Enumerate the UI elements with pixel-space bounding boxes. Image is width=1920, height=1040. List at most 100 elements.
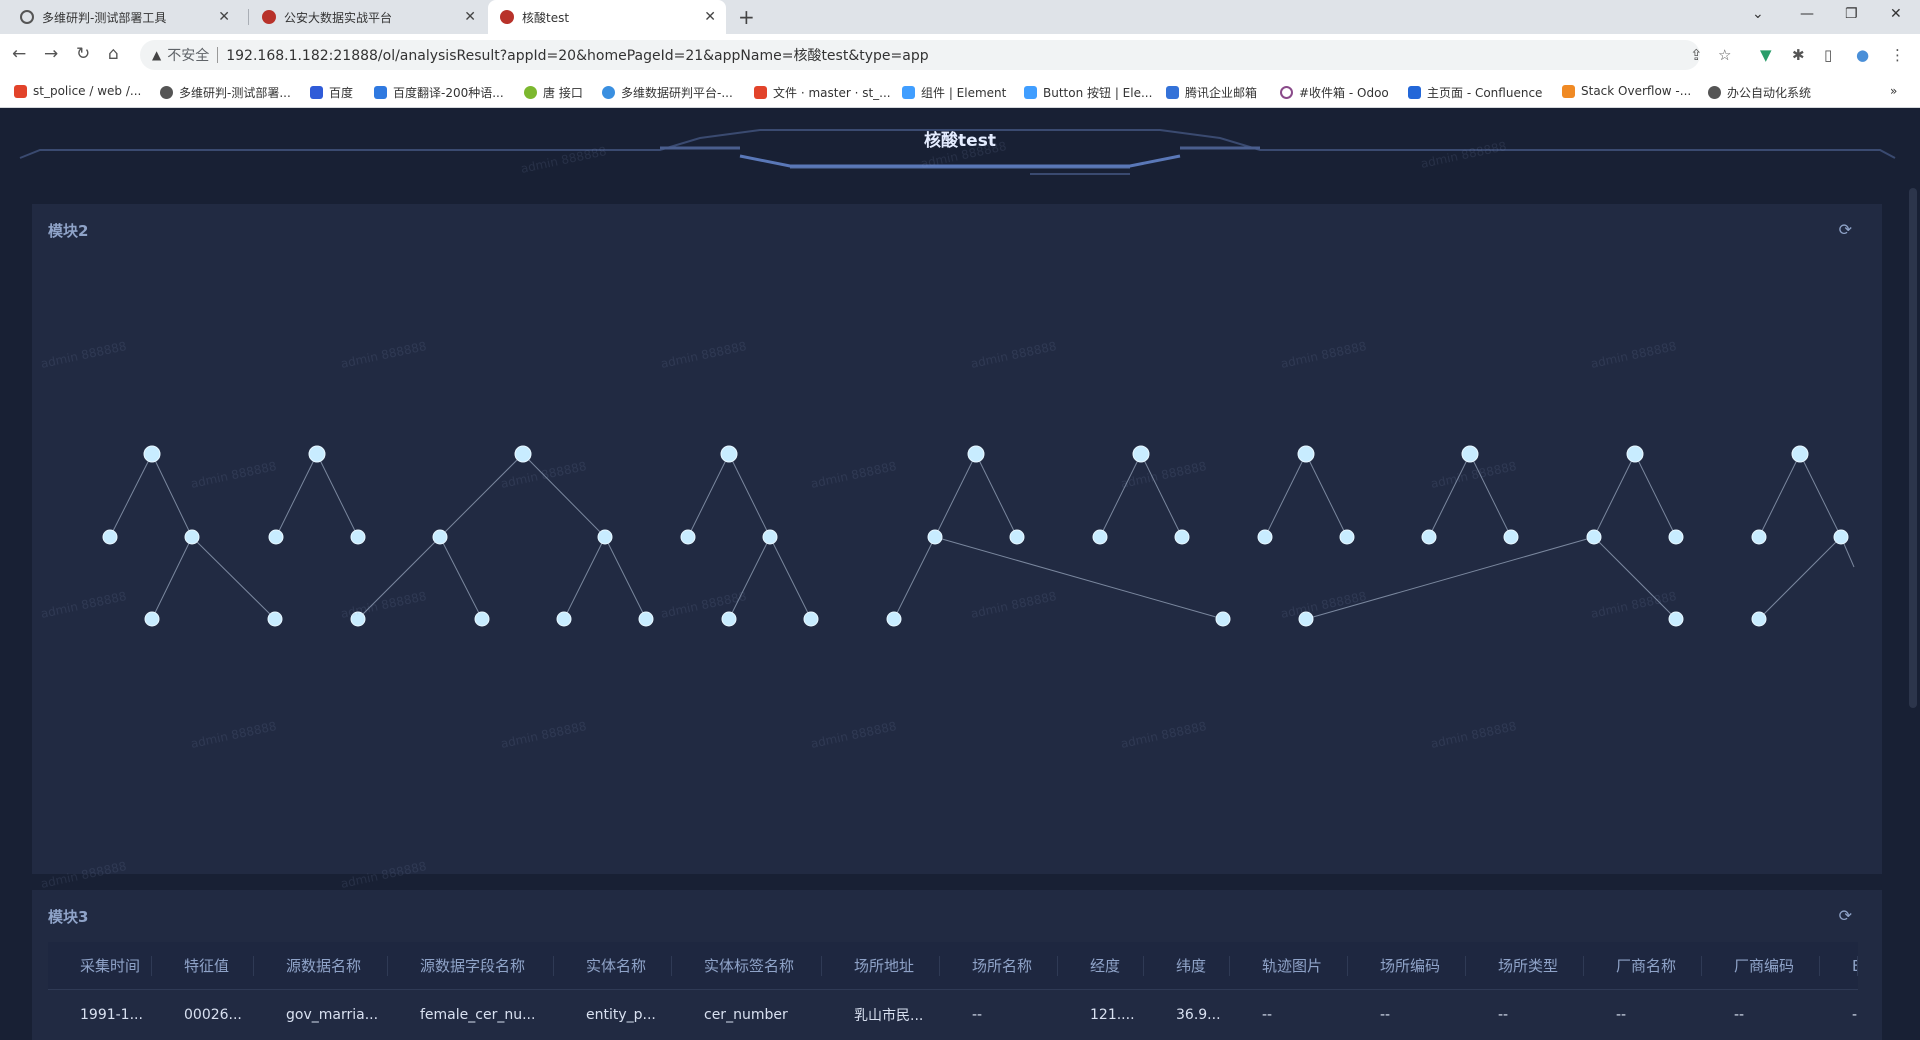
- home-icon[interactable]: ⌂: [108, 44, 119, 64]
- refresh-icon[interactable]: ⟳: [1839, 906, 1852, 925]
- menu-kebab-icon[interactable]: ⋮: [1890, 46, 1905, 64]
- refresh-icon[interactable]: ⟳: [1839, 220, 1852, 239]
- tree-node[interactable]: [1339, 529, 1355, 545]
- forward-icon[interactable]: →: [44, 44, 58, 64]
- table-cell: female_cer_nu...: [420, 1007, 536, 1023]
- tree-node[interactable]: [1751, 611, 1767, 627]
- bookmark-item[interactable]: 组件 | Element: [902, 84, 1006, 101]
- scrollbar-thumb[interactable]: [1909, 188, 1917, 708]
- tree-node[interactable]: [762, 529, 778, 545]
- column-header: 场所地址: [822, 955, 940, 976]
- close-tab-icon[interactable]: ✕: [218, 9, 230, 25]
- tree-node[interactable]: [638, 611, 654, 627]
- tree-node[interactable]: [1257, 529, 1273, 545]
- profile-avatar-icon[interactable]: ●: [1856, 46, 1869, 64]
- module2-title: 模块2: [48, 222, 89, 240]
- tree-node[interactable]: [1297, 445, 1315, 463]
- tree-node[interactable]: [432, 529, 448, 545]
- tree-node[interactable]: [102, 529, 118, 545]
- tree-graph[interactable]: [32, 204, 1882, 874]
- bookmark-item[interactable]: Button 按钮 | Ele...: [1024, 84, 1152, 101]
- tree-node[interactable]: [1791, 445, 1809, 463]
- extensions-icon[interactable]: ✱: [1792, 46, 1805, 64]
- bookmark-item[interactable]: 腾讯企业邮箱: [1166, 84, 1257, 101]
- tree-node[interactable]: [474, 611, 490, 627]
- police-badge-icon: [262, 10, 276, 24]
- minimize-icon[interactable]: —: [1800, 6, 1814, 22]
- tree-node[interactable]: [267, 611, 283, 627]
- bookmark-item[interactable]: st_police / web /...: [14, 84, 141, 98]
- tree-node[interactable]: [1132, 445, 1150, 463]
- new-tab-button[interactable]: +: [738, 5, 755, 29]
- tree-node[interactable]: [184, 529, 200, 545]
- bookmark-item[interactable]: 办公自动化系统: [1708, 84, 1811, 101]
- tree-node[interactable]: [597, 529, 613, 545]
- tree-node[interactable]: [1668, 611, 1684, 627]
- tree-node[interactable]: [1833, 529, 1849, 545]
- browser-tab-3[interactable]: 核酸test ✕: [488, 0, 726, 34]
- bookmarks-overflow-button[interactable]: »: [1890, 84, 1897, 98]
- tree-node[interactable]: [1421, 529, 1437, 545]
- tree-node[interactable]: [1215, 611, 1231, 627]
- module2-panel: 模块2 ⟳: [32, 204, 1882, 874]
- tree-node[interactable]: [268, 529, 284, 545]
- column-header: 纬度: [1144, 955, 1230, 976]
- tree-node[interactable]: [1174, 529, 1190, 545]
- tab-search-icon[interactable]: ⌄: [1752, 6, 1764, 22]
- share-icon[interactable]: ⇪: [1690, 46, 1703, 64]
- tree-node[interactable]: [967, 445, 985, 463]
- close-window-icon[interactable]: ✕: [1890, 6, 1902, 22]
- tree-node[interactable]: [720, 445, 738, 463]
- tree-node[interactable]: [886, 611, 902, 627]
- tree-node[interactable]: [143, 445, 161, 463]
- vue-devtools-icon[interactable]: ▼: [1760, 46, 1772, 64]
- tree-node[interactable]: [680, 529, 696, 545]
- tree-node[interactable]: [1009, 529, 1025, 545]
- close-tab-icon[interactable]: ✕: [704, 9, 716, 25]
- page-scrollbar[interactable]: [1906, 108, 1920, 1040]
- back-icon[interactable]: ←: [12, 44, 26, 64]
- tree-node[interactable]: [721, 611, 737, 627]
- close-tab-icon[interactable]: ✕: [464, 9, 476, 25]
- tree-node[interactable]: [1626, 445, 1644, 463]
- bookmark-item[interactable]: 主页面 - Confluence: [1408, 84, 1542, 101]
- tree-edge: [1799, 453, 1842, 538]
- bookmark-item[interactable]: 百度翻译-200种语...: [374, 84, 504, 101]
- bookmark-item[interactable]: 多维数据研判平台-...: [602, 84, 733, 101]
- address-bar[interactable]: ▲ 不安全 192.168.1.182:21888/ol/analysisRes…: [140, 40, 1700, 70]
- bookmark-star-icon[interactable]: ☆: [1718, 46, 1731, 64]
- sidepanel-icon[interactable]: ▯: [1824, 46, 1832, 64]
- tree-node[interactable]: [1503, 529, 1519, 545]
- reload-icon[interactable]: ↻: [76, 44, 90, 64]
- table-row[interactable]: 1991-1... 00026... gov_marria... female_cer…: [48, 990, 1858, 1040]
- tree-node[interactable]: [514, 445, 532, 463]
- tree-edge: [728, 536, 771, 620]
- tree-node[interactable]: [1092, 529, 1108, 545]
- page-content: 核酸test 模块2 ⟳ 模块3 ⟳ 采集时间 特征值 源数据名称 源数据字段名称 实体…: [0, 108, 1920, 1040]
- url-text[interactable]: 192.168.1.182:21888/ol/analysisResult?ap…: [226, 45, 928, 65]
- bookmark-item[interactable]: #收件箱 - Odoo: [1280, 84, 1389, 101]
- bookmark-item[interactable]: 唐 接口: [524, 84, 583, 101]
- column-header: 场所名称: [940, 955, 1058, 976]
- bookmark-item[interactable]: 多维研判-测试部署...: [160, 84, 291, 101]
- bookmark-item[interactable]: 百度: [310, 84, 353, 101]
- browser-tab-1[interactable]: 多维研判-测试部署工具 ✕: [8, 0, 240, 34]
- tree-node[interactable]: [144, 611, 160, 627]
- tree-edge: [893, 536, 936, 620]
- tree-node[interactable]: [350, 529, 366, 545]
- bookmark-item[interactable]: Stack Overflow -...: [1562, 84, 1691, 98]
- restore-icon[interactable]: ❐: [1845, 6, 1858, 22]
- tree-node[interactable]: [308, 445, 326, 463]
- tree-node[interactable]: [1586, 529, 1602, 545]
- column-header: 场所类型: [1466, 955, 1584, 976]
- tree-node[interactable]: [1461, 445, 1479, 463]
- tree-node[interactable]: [1751, 529, 1767, 545]
- tree-node[interactable]: [803, 611, 819, 627]
- tree-node[interactable]: [927, 529, 943, 545]
- browser-tab-2[interactable]: 公安大数据实战平台 ✕: [250, 0, 486, 34]
- tree-edge: [1305, 453, 1348, 538]
- tree-node[interactable]: [1668, 529, 1684, 545]
- bookmark-item[interactable]: 文件 · master · st_...: [754, 84, 891, 101]
- baidu-icon: [310, 86, 323, 99]
- tree-node[interactable]: [556, 611, 572, 627]
